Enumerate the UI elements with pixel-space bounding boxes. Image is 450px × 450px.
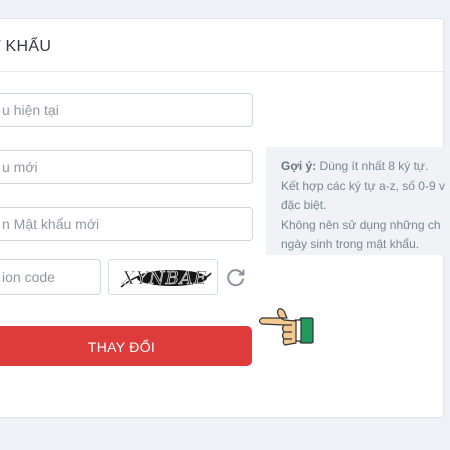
hint-label: Gợi ý: <box>281 159 317 173</box>
captcha-code-input[interactable] <box>0 259 101 295</box>
hint-line-2: Kết hợp các ký tự a-z, số 0-9 v <box>281 178 445 193</box>
refresh-icon <box>227 269 245 287</box>
hint-line-4: Không nên sử dụng những ch <box>281 217 441 232</box>
refresh-captcha-button[interactable] <box>225 266 247 288</box>
confirm-password-input[interactable] <box>0 207 253 241</box>
hint-line-5: ngày sinh trong mật khẩu. <box>281 237 420 251</box>
captcha-text: XYNBAE <box>120 268 208 289</box>
submit-change-button[interactable]: THAY ĐỔI <box>0 326 252 366</box>
change-password-card: T KHẨU XYNBAE Gợi ý: Dùng ít nhất 8 ký t… <box>0 18 450 418</box>
current-password-input[interactable] <box>0 93 253 127</box>
new-password-input[interactable] <box>0 150 253 184</box>
hint-text-1: Dùng ít nhất 8 ký tự. <box>316 159 429 173</box>
captcha-image: XYNBAE <box>108 259 218 295</box>
hint-line-3: đặc biệt. <box>281 198 327 212</box>
hint-line-1: Gợi ý: Dùng ít nhất 8 ký tự. <box>281 157 450 177</box>
page-title: T KHẨU <box>0 38 52 55</box>
captcha-graphic: XYNBAE <box>120 268 212 289</box>
password-hint-box: Gợi ý: Dùng ít nhất 8 ký tự. Kết hợp các… <box>266 147 450 255</box>
card-header: T KHẨU <box>0 19 443 72</box>
pointing-hand-icon <box>258 308 314 346</box>
